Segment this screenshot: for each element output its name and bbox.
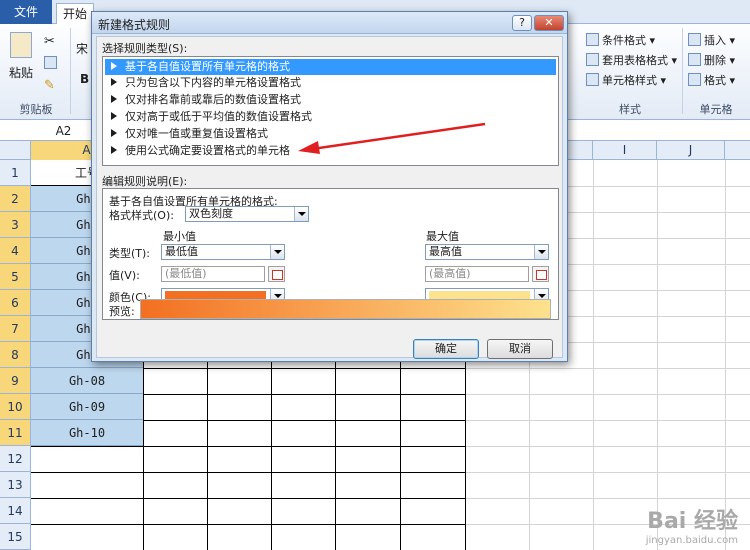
conditional-format-icon (586, 33, 599, 46)
row-header[interactable]: 6 (0, 290, 31, 316)
grid-line (465, 368, 750, 369)
copy-icon[interactable] (44, 56, 60, 70)
select-all-corner[interactable] (0, 141, 31, 160)
max-type-select[interactable]: 最高值 (425, 244, 549, 260)
item-arrow-icon (111, 62, 117, 70)
watermark-logo: Bai 经验 (647, 509, 738, 534)
tab-home[interactable]: 开始 (56, 3, 94, 25)
value-label: 值(V): (109, 269, 140, 282)
rule-type-item[interactable]: 只为包含以下内容的单元格设置格式 (105, 75, 556, 91)
gradient-preview (140, 299, 551, 319)
grid-line (465, 420, 750, 421)
cell-styles-button[interactable]: 单元格样式 ▾ (586, 72, 666, 88)
chevron-down-icon (294, 207, 308, 221)
select-rule-type-label: 选择规则类型(S): (102, 42, 188, 55)
format-button[interactable]: 格式 ▾ (688, 72, 735, 88)
dialog-title: 新建格式规则 (98, 18, 171, 32)
format-as-table-button[interactable]: 套用表格格式 ▾ (586, 52, 677, 68)
row-header[interactable]: 4 (0, 238, 31, 264)
tab-file[interactable]: 文件 (0, 0, 52, 24)
new-format-rule-dialog: 新建格式规则 ? ✕ 选择规则类型(S): 基于各自值设置所有单元格的格式 只为… (91, 11, 568, 362)
cell-a11[interactable]: Gh-10 (31, 420, 143, 446)
table-icon (586, 53, 599, 66)
row-header[interactable]: 10 (0, 394, 31, 420)
item-arrow-icon (111, 129, 117, 137)
cell-a9[interactable]: Gh-08 (31, 368, 143, 394)
item-arrow-icon (111, 112, 117, 120)
cell-a10[interactable]: Gh-09 (31, 394, 143, 420)
row-header[interactable]: 8 (0, 342, 31, 368)
close-button[interactable]: ✕ (534, 15, 564, 31)
min-value-input[interactable]: (最低值) (161, 266, 265, 282)
range-picker-icon[interactable] (268, 266, 285, 282)
row-header[interactable]: 5 (0, 264, 31, 290)
table-border (31, 446, 465, 447)
column-header-j[interactable]: J (657, 141, 725, 160)
dialog-title-bar: 新建格式规则 ? ✕ (92, 12, 567, 34)
ribbon-separator (682, 28, 683, 114)
row-header[interactable]: 2 (0, 186, 31, 212)
watermark: Bai 经验 jingyan.baidu.com (646, 503, 738, 546)
rule-type-item[interactable]: 仅对排名靠前或靠后的数值设置格式 (105, 92, 556, 108)
help-button[interactable]: ? (512, 15, 532, 31)
edit-rule-label: 编辑规则说明(E): (102, 175, 188, 188)
insert-button[interactable]: 插入 ▾ (688, 32, 735, 48)
annotation-arrow (298, 122, 486, 154)
chevron-down-icon (270, 245, 284, 259)
format-style-label: 格式样式(O): (109, 209, 174, 222)
format-icon (688, 73, 701, 86)
format-painter-icon[interactable]: ✎ (44, 78, 55, 93)
min-type-select[interactable]: 最低值 (161, 244, 285, 260)
grid-line (593, 160, 594, 550)
ok-button[interactable]: 确定 (413, 339, 479, 359)
min-heading: 最小值 (163, 230, 196, 243)
grid-line (657, 160, 658, 550)
table-border (31, 498, 465, 499)
paste-icon[interactable] (10, 32, 32, 58)
bold-button[interactable]: B (80, 72, 89, 86)
row-header[interactable]: 11 (0, 420, 31, 446)
conditional-format-button[interactable]: 条件格式 ▾ (586, 32, 655, 48)
paste-button[interactable]: 粘贴 (9, 64, 33, 81)
table-border (31, 524, 465, 525)
row-header[interactable]: 13 (0, 472, 31, 498)
row-header[interactable]: 14 (0, 498, 31, 524)
cells-group-label: 单元格 (699, 103, 733, 116)
column-header-i[interactable]: I (593, 141, 657, 160)
row-header[interactable]: 12 (0, 446, 31, 472)
cell-style-icon (586, 73, 599, 86)
delete-button[interactable]: 删除 ▾ (688, 52, 735, 68)
grid-line (465, 394, 750, 395)
row-header[interactable]: 3 (0, 212, 31, 238)
font-name-box[interactable]: 宋 (76, 40, 88, 57)
delete-icon (688, 53, 701, 66)
cut-icon[interactable]: ✂ (44, 34, 55, 49)
item-arrow-icon (111, 146, 117, 154)
row-header[interactable]: 9 (0, 368, 31, 394)
format-style-select[interactable]: 双色刻度 (185, 206, 309, 222)
watermark-url: jingyan.baidu.com (645, 535, 738, 546)
row-header[interactable]: 15 (0, 524, 31, 550)
max-heading: 最大值 (426, 230, 459, 243)
range-picker-icon[interactable] (532, 266, 549, 282)
ribbon-separator (70, 28, 71, 114)
max-value-input[interactable]: (最高值) (425, 266, 529, 282)
styles-group-label: 样式 (619, 103, 641, 116)
item-arrow-icon (111, 95, 117, 103)
rule-type-item[interactable]: 基于各自值设置所有单元格的格式 (105, 59, 556, 75)
preview-label: 预览: (109, 305, 135, 318)
row-header[interactable]: 7 (0, 316, 31, 342)
dialog-body: 选择规则类型(S): 基于各自值设置所有单元格的格式 只为包含以下内容的单元格设… (96, 36, 563, 359)
insert-icon (688, 33, 701, 46)
cancel-button[interactable]: 取消 (487, 339, 553, 359)
row-header[interactable]: 1 (0, 160, 31, 186)
clipboard-group-label: 剪贴板 (19, 103, 53, 116)
rule-description-panel: 基于各自值设置所有单元格的格式: 格式样式(O): 双色刻度 最小值 最大值 类… (102, 188, 559, 320)
item-arrow-icon (111, 78, 117, 86)
chevron-down-icon (534, 245, 548, 259)
grid-line (725, 160, 726, 550)
table-border (31, 472, 465, 473)
type-label: 类型(T): (109, 247, 151, 260)
